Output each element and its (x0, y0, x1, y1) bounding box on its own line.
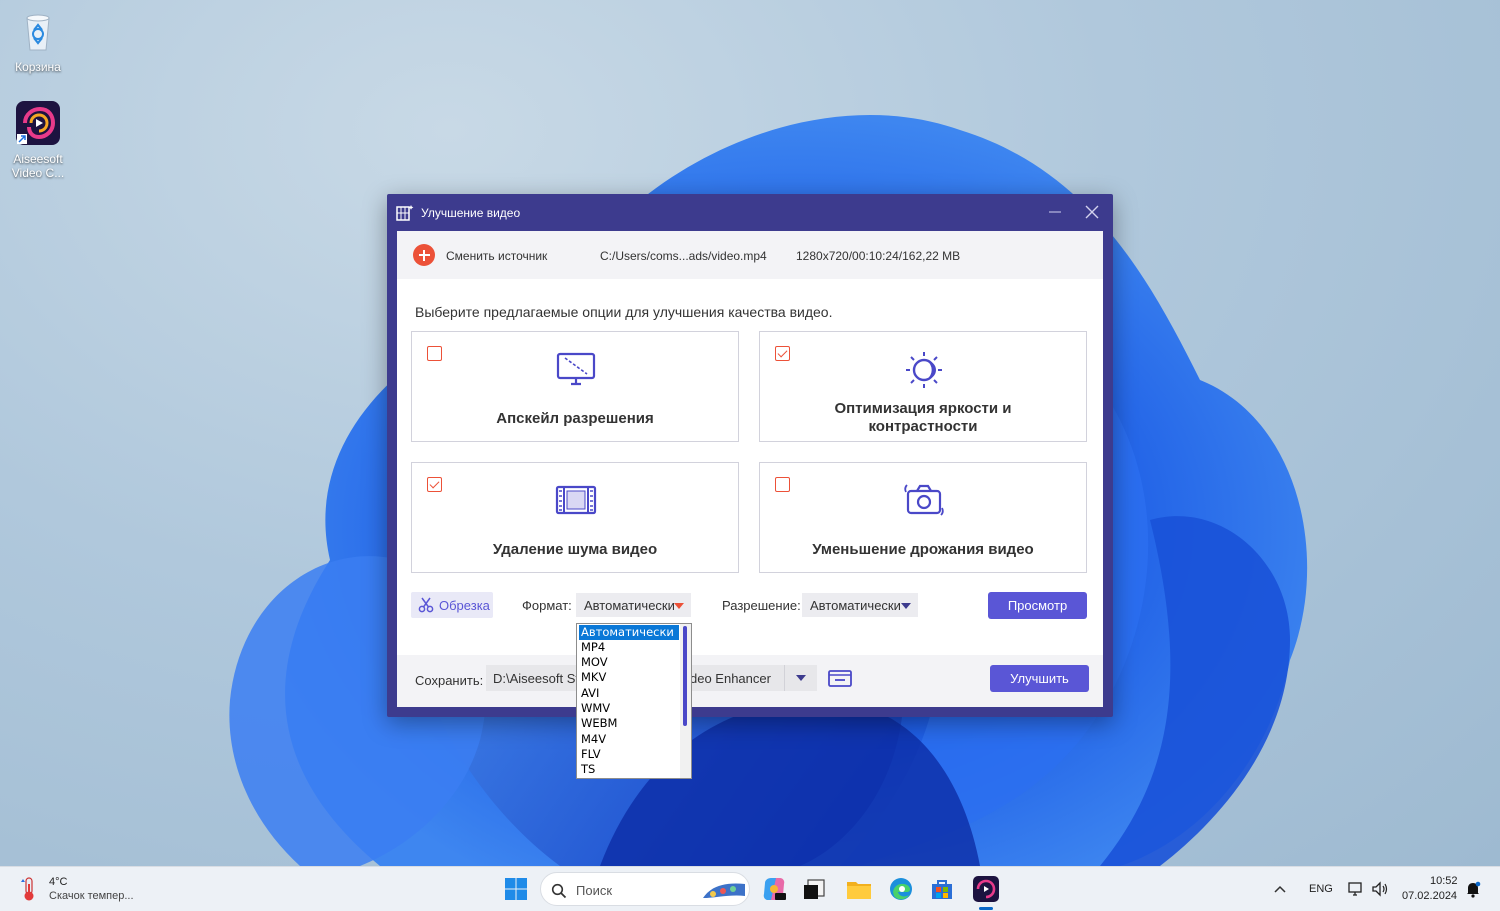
search-icon (551, 883, 567, 899)
format-option[interactable]: MOV (579, 655, 679, 670)
option-stabilize[interactable]: Уменьшение дрожания видео (759, 462, 1087, 573)
option-checkbox-checked[interactable] (775, 346, 790, 361)
window-title: Улучшение видео (421, 206, 521, 220)
option-checkbox[interactable] (775, 477, 790, 492)
folder-icon[interactable] (828, 669, 852, 687)
option-label: Уменьшение дрожания видео (812, 541, 1034, 558)
volume-icon[interactable] (1371, 880, 1389, 898)
format-option[interactable]: MP4 (579, 640, 679, 655)
resolution-select-value: Автоматически (810, 598, 901, 613)
language-indicator[interactable]: ENG (1309, 883, 1333, 895)
weather-description[interactable]: Скачок темпер... (49, 890, 134, 902)
option-denoise[interactable]: Удаление шума видео (411, 462, 739, 573)
main-panel: Сменить источник C:/Users/coms...ads/vid… (397, 231, 1103, 707)
chevron-up-icon[interactable] (1272, 881, 1288, 897)
option-label: Оптимизация яркости и (834, 400, 1012, 417)
desktop-icon-label: Aiseesoft (13, 152, 63, 166)
dropdown-scrollbar-thumb[interactable] (683, 626, 687, 726)
enhance-button[interactable]: Улучшить (990, 665, 1089, 692)
source-info: 1280x720/00:10:24/162,22 MB (796, 249, 961, 263)
option-label: Удаление шума видео (492, 541, 658, 558)
clock-time[interactable]: 10:52 (1430, 875, 1458, 887)
format-option[interactable]: Автоматически (579, 625, 679, 640)
option-brightness[interactable]: Оптимизация яркости и контрастности (759, 331, 1087, 442)
resolution-label: Разрешение: (722, 598, 801, 613)
trim-label: Обрезка (439, 598, 490, 613)
format-option[interactable]: AVI (579, 686, 679, 701)
save-path-tail: deo Enhancer (690, 671, 771, 686)
add-source-button[interactable] (413, 244, 435, 266)
format-option[interactable]: WMV (579, 701, 679, 716)
format-option[interactable]: FLV (579, 747, 679, 762)
search-highlight-icon (703, 883, 745, 898)
chevron-down-icon (674, 603, 684, 609)
minimize-icon[interactable] (1047, 204, 1063, 220)
format-option[interactable]: TS (579, 762, 679, 777)
option-label: Апскейл разрешения (496, 410, 654, 427)
format-dropdown-list[interactable]: Автоматически MP4 MOV MKV AVI WMV WEBM M… (576, 623, 692, 779)
save-label: Сохранить: (415, 673, 484, 688)
format-select[interactable]: Автоматически (576, 593, 691, 617)
search-placeholder: Поиск (576, 883, 613, 898)
file-explorer-icon[interactable] (845, 875, 873, 903)
option-checkbox[interactable] (427, 346, 442, 361)
preview-button[interactable]: Просмотр (988, 592, 1087, 619)
camera-icon (904, 484, 944, 516)
save-path-value: D:\Aiseesoft St (493, 671, 579, 686)
trim-button[interactable]: Обрезка (411, 592, 493, 618)
microsoft-store-icon[interactable] (928, 875, 956, 903)
resolution-select[interactable]: Автоматически (802, 593, 918, 617)
monitor-icon (556, 352, 596, 386)
copilot-icon[interactable] (760, 875, 788, 903)
aiseesoft-app-icon (16, 101, 60, 145)
change-source-link[interactable]: Сменить источник (446, 249, 547, 263)
edge-browser-icon[interactable] (887, 875, 915, 903)
active-app-indicator (979, 907, 993, 910)
notification-bell-icon[interactable] (1465, 880, 1481, 898)
format-option[interactable]: MKV (579, 670, 679, 685)
desktop-icon-recycle-bin[interactable]: Корзина (8, 8, 68, 74)
save-path-dropdown-button[interactable] (784, 665, 817, 691)
format-label: Формат: (522, 598, 572, 613)
desktop-icon-label: Корзина (15, 60, 61, 74)
scissors-icon (418, 597, 434, 613)
enhance-app-icon (396, 205, 414, 221)
desktop-icon-label: Video C... (11, 166, 65, 180)
brightness-icon (906, 352, 942, 388)
network-icon[interactable] (1347, 880, 1365, 898)
dropdown-scrollbar[interactable] (680, 624, 691, 778)
chevron-down-icon (796, 675, 806, 681)
format-option[interactable]: WEBM (579, 716, 679, 731)
recycle-bin-icon (26, 14, 50, 51)
task-view-icon[interactable] (800, 875, 828, 903)
video-enhance-window: Улучшение видео Сменить источник C:/User… (387, 194, 1113, 717)
instruction-text: Выберите предлагаемые опции для улучшени… (415, 304, 833, 320)
format-option[interactable]: M4V (579, 732, 679, 747)
option-upscale[interactable]: Апскейл разрешения (411, 331, 739, 442)
weather-temperature[interactable]: 4°C (49, 876, 67, 888)
option-label: контрастности (868, 418, 978, 435)
save-bar: Сохранить: D:\Aiseesoft St deo Enhancer … (397, 655, 1103, 707)
source-bar: Сменить источник C:/Users/coms...ads/vid… (397, 231, 1103, 279)
taskbar: 4°C Скачок темпер... Поиск ENG 10:52 07.… (0, 866, 1500, 911)
thermometer-icon[interactable] (18, 876, 40, 902)
film-icon (555, 485, 597, 515)
chevron-down-icon (901, 603, 911, 609)
aiseesoft-taskbar-icon[interactable] (972, 875, 1000, 903)
source-path: C:/Users/coms...ads/video.mp4 (600, 249, 767, 263)
format-select-value: Автоматически (584, 598, 675, 613)
option-checkbox-checked[interactable] (427, 477, 442, 492)
clock-date[interactable]: 07.02.2024 (1402, 890, 1457, 902)
desktop-icon-aiseesoft[interactable]: Aiseesoft Video C... (8, 100, 68, 180)
window-titlebar[interactable]: Улучшение видео (387, 194, 1113, 230)
windows-start-icon[interactable] (502, 875, 530, 903)
close-icon[interactable] (1083, 203, 1101, 221)
taskbar-search[interactable]: Поиск (540, 872, 750, 906)
